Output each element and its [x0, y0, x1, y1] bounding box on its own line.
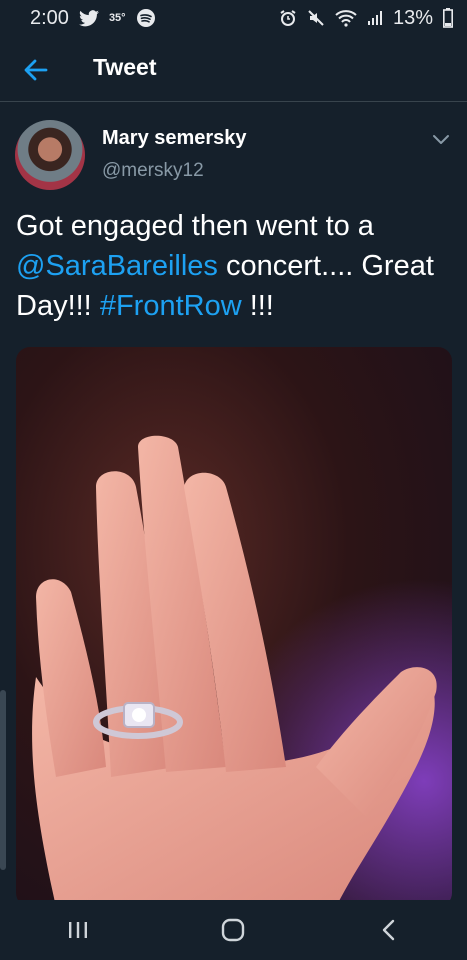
author-name[interactable]: Mary semersky — [102, 127, 247, 150]
top-app-bar: Tweet — [0, 36, 467, 102]
avatar[interactable] — [15, 120, 85, 190]
twitter-bird-icon — [78, 9, 99, 27]
tweet-text-part: Got engaged then went to a — [16, 210, 374, 242]
signal-icon — [367, 10, 383, 26]
tweet-text-part: !!! — [241, 290, 274, 322]
hand-with-ring-image — [32, 435, 437, 907]
hashtag-link[interactable]: #FrontRow — [100, 290, 242, 322]
tweet-photo[interactable] — [16, 347, 452, 907]
system-nav-bar — [0, 900, 467, 960]
alarm-icon — [279, 9, 297, 27]
status-temperature: 35° — [108, 12, 126, 24]
scrollbar[interactable] — [0, 690, 6, 870]
recents-icon[interactable] — [58, 910, 98, 950]
mute-icon — [307, 9, 325, 27]
author-handle[interactable]: @mersky12 — [102, 160, 204, 182]
mention-link[interactable]: @SaraBareilles — [16, 250, 218, 282]
back-arrow-icon[interactable] — [22, 56, 50, 84]
home-icon[interactable] — [213, 910, 253, 950]
page-title: Tweet — [93, 54, 157, 80]
spotify-icon — [136, 8, 156, 28]
status-time: 2:00 — [30, 6, 69, 29]
battery-percent: 13% — [392, 6, 433, 29]
battery-icon — [443, 8, 453, 28]
tweet-text: Got engaged then went to a @SaraBareille… — [16, 206, 456, 326]
chevron-down-icon[interactable] — [430, 128, 452, 150]
nav-back-icon[interactable] — [369, 910, 409, 950]
wifi-icon — [335, 9, 357, 27]
status-bar: 2:00 35° 13% — [0, 0, 467, 36]
